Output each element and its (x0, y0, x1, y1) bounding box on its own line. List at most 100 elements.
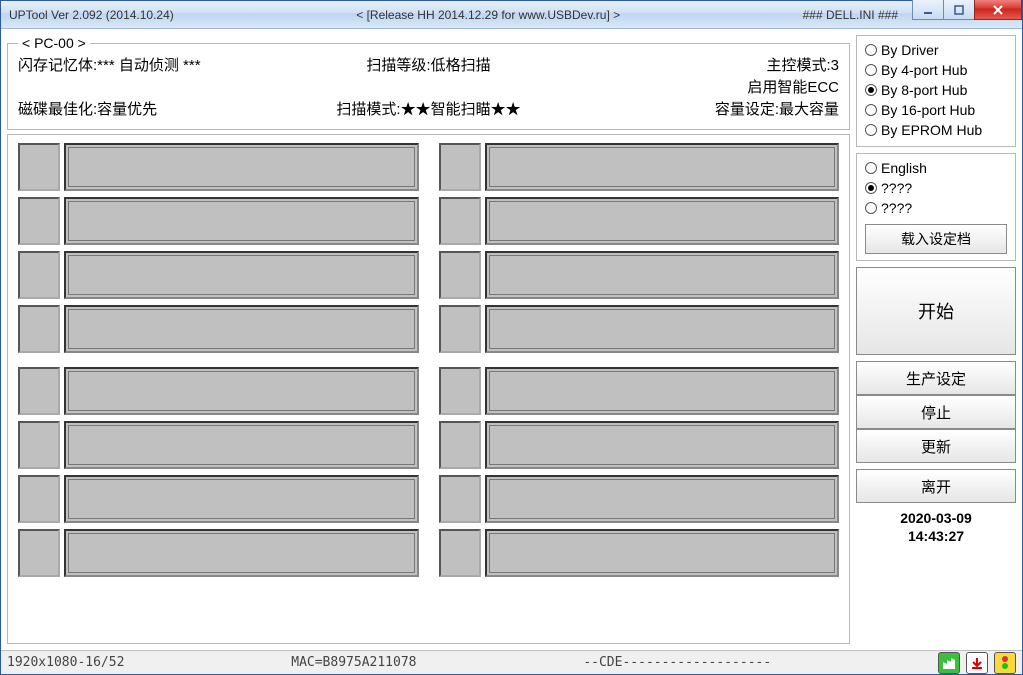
slot-cell[interactable] (485, 421, 840, 469)
left-pane: < PC-00 > 闪存记忆体:*** 自动侦测 *** 扫描等级:低格扫描 主… (7, 35, 850, 644)
close-button[interactable] (974, 0, 1022, 20)
load-config-button[interactable]: 载入设定档 (865, 224, 1007, 254)
slot-indicator[interactable] (439, 367, 481, 415)
slot-indicator[interactable] (439, 143, 481, 191)
download-icon[interactable] (966, 652, 988, 674)
action-panel: 生产设定 停止 更新 (856, 361, 1016, 463)
slot-cell[interactable] (485, 197, 840, 245)
slot-row (18, 197, 419, 245)
slot-cell[interactable] (64, 143, 419, 191)
slot-indicator[interactable] (18, 475, 60, 523)
radio-label: By 8-port Hub (881, 80, 967, 100)
slot-cell[interactable] (64, 421, 419, 469)
status-resolution: 1920x1080-16/52 (7, 655, 124, 670)
traffic-light-icon[interactable] (994, 652, 1016, 674)
slot-cell[interactable] (64, 529, 419, 577)
slot-row (18, 305, 419, 353)
slot-indicator[interactable] (18, 305, 60, 353)
slot-bank-top (18, 143, 839, 353)
slot-row (439, 197, 840, 245)
slot-indicator[interactable] (18, 421, 60, 469)
factory-icon[interactable] (938, 652, 960, 674)
slot-cell[interactable] (485, 143, 840, 191)
status-icons (938, 652, 1016, 674)
slot-row (18, 367, 419, 415)
slot-bank-bottom (18, 367, 839, 577)
slot-row (439, 421, 840, 469)
slot-row (439, 367, 840, 415)
capacity-label: 容量设定:最大容量 (565, 99, 839, 121)
slot-indicator[interactable] (18, 197, 60, 245)
refresh-button[interactable]: 更新 (856, 429, 1016, 463)
slot-cell[interactable] (485, 529, 840, 577)
title-right: ### DELL.INI ### (803, 8, 898, 22)
radio-icon (865, 202, 877, 214)
start-button[interactable]: 开始 (856, 267, 1016, 355)
slot-indicator[interactable] (439, 421, 481, 469)
language-option[interactable]: English (865, 158, 1007, 178)
scan-level-label: 扫描等级:低格扫描 (292, 55, 566, 77)
minimize-button[interactable] (912, 0, 944, 20)
right-pane: By DriverBy 4-port HubBy 8-port HubBy 16… (856, 35, 1016, 644)
ecc-label: 启用智能ECC (565, 77, 839, 99)
topology-option[interactable]: By EPROM Hub (865, 120, 1007, 140)
info-legend: < PC-00 > (18, 35, 90, 51)
slot-cell[interactable] (64, 367, 419, 415)
exit-button[interactable]: 离开 (856, 469, 1016, 503)
app-window: UPTool Ver 2.092 (2014.10.24) < [Release… (0, 0, 1023, 675)
radio-icon (865, 64, 877, 76)
radio-label: ???? (881, 198, 912, 218)
radio-icon (865, 124, 877, 136)
radio-label: ???? (881, 178, 912, 198)
scan-mode-label: 扫描模式:★★智能扫瞄★★ (292, 99, 566, 121)
slot-row (439, 305, 840, 353)
status-mac: MAC=B8975A211078 (291, 655, 416, 670)
language-panel: English???????? 载入设定档 (856, 153, 1016, 261)
slot-cell[interactable] (64, 197, 419, 245)
language-option[interactable]: ???? (865, 178, 1007, 198)
slot-row (18, 251, 419, 299)
production-settings-button[interactable]: 生产设定 (856, 361, 1016, 395)
slot-row (18, 529, 419, 577)
date-label: 2020-03-09 (856, 509, 1016, 527)
slot-cell[interactable] (485, 251, 840, 299)
slot-indicator[interactable] (439, 475, 481, 523)
stop-button[interactable]: 停止 (856, 395, 1016, 429)
slot-indicator[interactable] (18, 251, 60, 299)
slot-row (18, 421, 419, 469)
slot-cell[interactable] (485, 475, 840, 523)
slot-indicator[interactable] (18, 143, 60, 191)
slot-cell[interactable] (485, 367, 840, 415)
topology-option[interactable]: By 8-port Hub (865, 80, 1007, 100)
slot-indicator[interactable] (439, 305, 481, 353)
slot-indicator[interactable] (439, 529, 481, 577)
slot-indicator[interactable] (439, 197, 481, 245)
slot-cell[interactable] (64, 305, 419, 353)
slot-row (18, 143, 419, 191)
language-option[interactable]: ???? (865, 198, 1007, 218)
slot-indicator[interactable] (18, 367, 60, 415)
slot-cell[interactable] (485, 305, 840, 353)
topology-panel: By DriverBy 4-port HubBy 8-port HubBy 16… (856, 35, 1016, 147)
topology-option[interactable]: By 4-port Hub (865, 60, 1007, 80)
slot-cell[interactable] (64, 475, 419, 523)
slot-row (18, 475, 419, 523)
topology-option[interactable]: By Driver (865, 40, 1007, 60)
radio-icon (865, 44, 877, 56)
time-label: 14:43:27 (856, 527, 1016, 545)
slot-indicator[interactable] (439, 251, 481, 299)
radio-label: By 16-port Hub (881, 100, 975, 120)
slot-grid (7, 134, 850, 644)
topology-option[interactable]: By 16-port Hub (865, 100, 1007, 120)
slot-indicator[interactable] (18, 529, 60, 577)
maximize-button[interactable] (943, 0, 975, 20)
titlebar: UPTool Ver 2.092 (2014.10.24) < [Release… (1, 1, 1022, 29)
disk-opt-label: 磁碟最佳化:容量优先 (18, 99, 292, 121)
window-buttons (913, 0, 1022, 20)
radio-icon (865, 182, 877, 194)
title-center: < [Release HH 2014.12.29 for www.USBDev.… (174, 8, 803, 22)
statusbar: 1920x1080-16/52 MAC=B8975A211078 --CDE--… (1, 650, 1022, 674)
slot-cell[interactable] (64, 251, 419, 299)
radio-label: By Driver (881, 40, 939, 60)
slot-row (439, 251, 840, 299)
